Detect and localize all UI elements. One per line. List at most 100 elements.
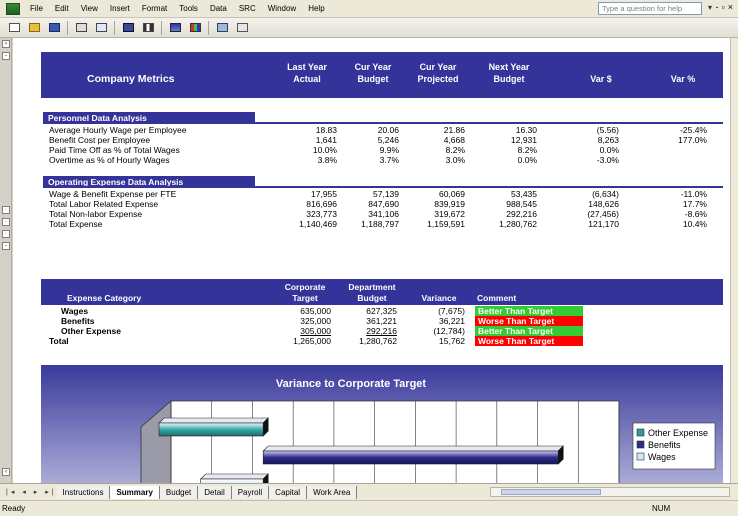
expense-header: Expense Category Corporate Target Depart…: [41, 279, 723, 305]
table-row: Wage & Benefit Expense per FTE 17,955 57…: [41, 189, 723, 199]
cell-dept-budget: 1,280,762: [359, 336, 397, 346]
row-label: Wage & Benefit Expense per FTE: [49, 189, 177, 199]
drawing-icon[interactable]: [214, 21, 230, 35]
print-preview-icon[interactable]: [73, 21, 89, 35]
scroll-thumb[interactable]: [501, 489, 601, 495]
cell-var-percent: -11.0%: [680, 189, 707, 199]
row-label: Paid Time Off as % of Total Wages: [49, 145, 180, 155]
plot-back-wall: [170, 400, 620, 483]
col-dept-budget-line2: Budget: [357, 293, 387, 303]
worksheet[interactable]: Company Metrics Last Year Actual Cur Yea…: [13, 38, 730, 483]
chart-title: Variance to Corporate Target: [276, 378, 427, 390]
table-row: Overtime as % of Hourly Wages 3.8% 3.7% …: [41, 155, 723, 165]
cell-cur-budget: 1,188,797: [361, 219, 399, 229]
tab-detail[interactable]: Detail: [198, 485, 232, 499]
legend-label: Other Expense: [648, 428, 708, 438]
cell-cur-budget: 847,690: [368, 199, 399, 209]
toolbar-separator: [208, 20, 209, 35]
menu-tools[interactable]: Tools: [173, 4, 204, 13]
help-dropdown-icon[interactable]: ▾: [708, 3, 712, 12]
sort-icon[interactable]: [167, 21, 183, 35]
cell-last-year: 18.83: [315, 125, 337, 135]
bar-benefits: [262, 450, 559, 465]
metrics-panel: Company Metrics Last Year Actual Cur Yea…: [41, 52, 723, 483]
tab-scroll-arrows[interactable]: |◂ ◂ ▸ ▸|: [6, 488, 57, 496]
menu-view[interactable]: View: [75, 4, 104, 13]
cell-last-year: 323,773: [306, 209, 337, 219]
cell-next-budget: 1,280,762: [499, 219, 537, 229]
chart-wizard-icon[interactable]: [187, 21, 203, 35]
restore-icon[interactable]: ▫: [722, 2, 728, 12]
chart-legend[interactable]: Other Expense Benefits Wages: [632, 422, 716, 470]
tab-summary[interactable]: Summary: [110, 485, 160, 499]
tab-payroll[interactable]: Payroll: [231, 485, 270, 499]
paste-icon[interactable]: [120, 21, 136, 35]
zoom-icon[interactable]: [234, 21, 250, 35]
expand-all-icon[interactable]: ›: [2, 40, 10, 48]
menu-edit[interactable]: Edit: [49, 4, 75, 13]
row-label: Total Labor Related Expense: [49, 199, 159, 209]
save-icon[interactable]: [46, 21, 62, 35]
cell-var-dollar: 121,170: [588, 219, 619, 229]
cell-next-budget: 988,545: [506, 199, 537, 209]
tab-instructions[interactable]: Instructions: [56, 485, 111, 499]
tab-budget[interactable]: Budget: [159, 485, 199, 499]
cell-var-dollar: (27,456): [587, 209, 619, 219]
table-row: Total 1,265,000 1,280,762 15,762: [41, 336, 723, 346]
metrics-header: Company Metrics Last Year Actual Cur Yea…: [41, 52, 723, 98]
row-label: Wages: [61, 306, 89, 316]
status-bar: Ready NUM: [0, 500, 738, 516]
chart-icon[interactable]: [140, 21, 156, 35]
cell-next-budget: 292,216: [506, 209, 537, 219]
bar-top: [262, 445, 564, 452]
col-last-year-line2: Actual: [293, 74, 321, 84]
cell-last-year: 1,140,469: [299, 219, 337, 229]
cell-cur-budget: 20.06: [377, 125, 399, 135]
col-comment: Comment: [477, 293, 517, 303]
row-label: Total: [49, 336, 69, 346]
menu-format[interactable]: Format: [136, 4, 173, 13]
cell-next-budget: 16.30: [515, 125, 537, 135]
menu-insert[interactable]: Insert: [104, 4, 136, 13]
excel-app-icon[interactable]: [6, 2, 20, 15]
outline-level-icon[interactable]: ·: [2, 230, 10, 238]
menu-src[interactable]: SRC: [233, 4, 262, 13]
copy-icon[interactable]: [93, 21, 109, 35]
menu-help[interactable]: Help: [302, 4, 330, 13]
col-last-year-line1: Last Year: [287, 62, 327, 72]
menu-file[interactable]: File: [24, 4, 49, 13]
tab-capital[interactable]: Capital: [269, 485, 308, 499]
legend-label: Benefits: [648, 440, 681, 450]
cell-dept-budget: 361,221: [366, 316, 397, 326]
variance-chart[interactable]: Variance to Corporate Target (15,000)(10…: [41, 365, 723, 483]
help-search-input[interactable]: Type a question for help: [598, 2, 702, 15]
outline-level-icon[interactable]: ·: [2, 218, 10, 226]
horizontal-scrollbar[interactable]: [490, 487, 730, 497]
new-icon[interactable]: [6, 21, 22, 35]
row-label: Average Hourly Wage per Employee: [49, 125, 187, 135]
menu-data[interactable]: Data: [204, 4, 233, 13]
row-label: Benefits: [61, 316, 95, 326]
col-cur-budget-line1: Cur Year: [354, 62, 392, 72]
chart-svg: Variance to Corporate Target (15,000)(10…: [41, 365, 723, 483]
toolbar-separator: [67, 20, 68, 35]
cell-var-dollar: 8,263: [597, 135, 619, 145]
vertical-scrollbar[interactable]: [730, 38, 738, 483]
collapse-icon[interactable]: -: [2, 52, 10, 60]
outline-level-icon[interactable]: -: [2, 242, 10, 250]
col-next-budget-line2: Budget: [493, 74, 525, 84]
scroll-left-icon[interactable]: ‹: [2, 468, 10, 476]
bar-top: [158, 417, 269, 424]
cell-var-percent: -8.6%: [684, 209, 707, 219]
sheet-tab-bar: |◂ ◂ ▸ ▸| Instructions Summary Budget De…: [0, 483, 738, 500]
menu-window[interactable]: Window: [262, 4, 302, 13]
cell-last-year: 3.8%: [317, 155, 337, 165]
cell-var-percent: 177.0%: [678, 135, 707, 145]
legend-swatch: [636, 452, 645, 461]
open-icon[interactable]: [26, 21, 42, 35]
cell-corp-target: 325,000: [300, 316, 331, 326]
window-controls[interactable]: -▫×: [716, 2, 736, 12]
cell-last-year: 17,955: [311, 189, 337, 199]
tab-work-area[interactable]: Work Area: [307, 485, 358, 499]
outline-level-icon[interactable]: ·: [2, 206, 10, 214]
